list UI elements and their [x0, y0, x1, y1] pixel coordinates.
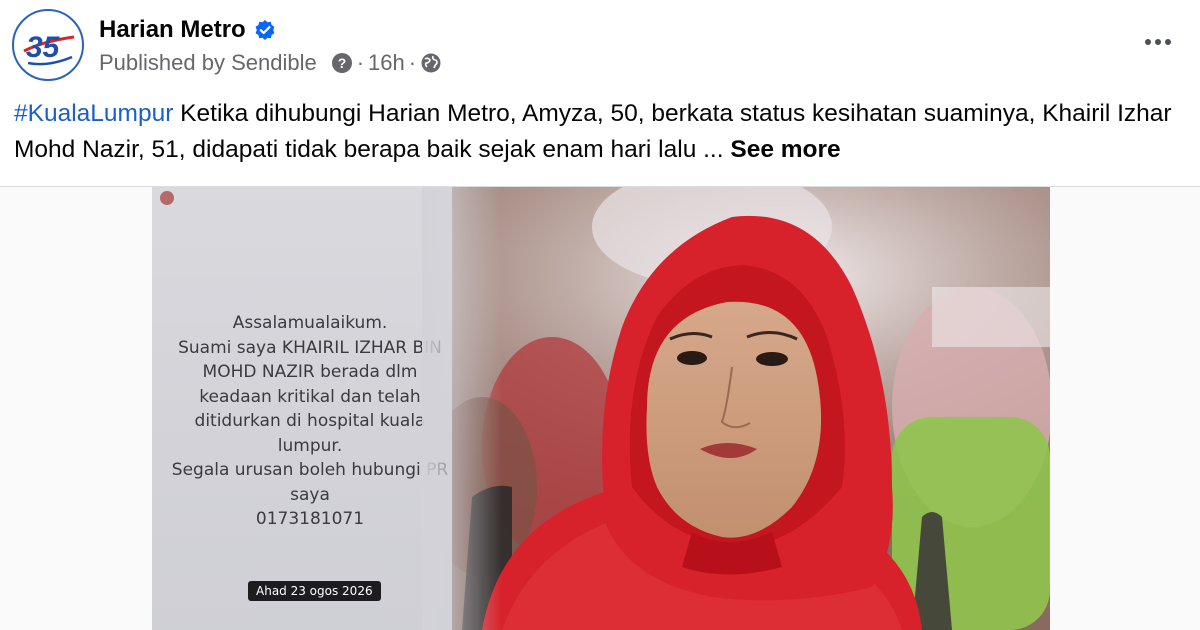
- story-line: ditidurkan di hospital kuala: [194, 411, 426, 431]
- story-line: MOHD NAZIR berada dlm: [202, 362, 418, 382]
- see-more-link[interactable]: See more: [730, 136, 840, 163]
- meta-separator: ·: [408, 50, 417, 75]
- meta-separator: ·: [356, 50, 365, 75]
- more-options-icon[interactable]: [1134, 24, 1182, 60]
- svg-text:?: ?: [337, 55, 346, 71]
- story-avatar: [160, 191, 174, 205]
- story-line: saya: [290, 484, 330, 505]
- globe-icon: [420, 52, 442, 74]
- page-name-row: Harian Metro: [99, 14, 276, 46]
- story-line: keadaan kritikal dan telah: [199, 386, 421, 407]
- story-line: Suami saya KHAIRIL IZHAR BIN: [178, 337, 442, 358]
- date-stamp: Ahad 23 ogos 2026: [248, 581, 381, 601]
- story-line: 0173181071: [255, 509, 365, 529]
- publisher-label: Published by Sendible: [99, 50, 317, 75]
- story-line: Segala urusan boleh hubungi PR: [171, 460, 449, 480]
- post-caption: #KualaLumpur Ketika dihubungi Harian Met…: [14, 96, 1190, 168]
- caption-text: Ketika dihubungi Harian Metro, Amyza, 50…: [14, 100, 1172, 163]
- info-icon[interactable]: ?: [331, 52, 353, 74]
- post-meta: Published by Sendible ? · 16h ·: [99, 48, 442, 78]
- instagram-story-screenshot: Assalamualaikum. Suami saya KHAIRIL IZHA…: [152, 187, 452, 630]
- svg-text:35: 35: [26, 31, 61, 64]
- story-message: Assalamualaikum. Suami saya KHAIRIL IZHA…: [170, 311, 450, 532]
- story-line: Assalamualaikum.: [232, 313, 388, 333]
- story-line: lumpur.: [277, 435, 343, 456]
- post-photo[interactable]: Assalamualaikum. Suami saya KHAIRIL IZHA…: [152, 187, 1050, 630]
- story-header: [160, 191, 182, 205]
- verified-badge-icon: [254, 19, 276, 41]
- page-avatar[interactable]: 35: [12, 9, 84, 81]
- hashtag-link[interactable]: #KualaLumpur: [14, 100, 173, 127]
- post-media[interactable]: Assalamualaikum. Suami saya KHAIRIL IZHA…: [0, 187, 1200, 630]
- post-header: 35 Harian Metro Published by Sendible ? …: [0, 0, 1200, 90]
- story-card-fade: [422, 187, 502, 630]
- post-time[interactable]: 16h: [368, 50, 405, 76]
- page-name[interactable]: Harian Metro: [99, 16, 246, 44]
- harian-metro-logo: 35: [15, 12, 81, 78]
